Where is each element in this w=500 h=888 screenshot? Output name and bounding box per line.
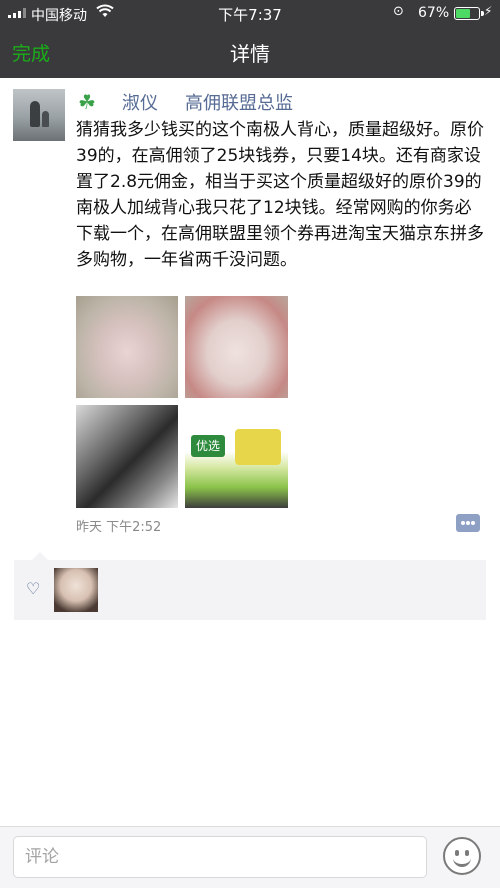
post-content: 猜猜我多少钱买的这个南极人背心，质量超级好。原价39的，在高佣领了25块钱券，只…	[76, 120, 484, 270]
user-avatar[interactable]	[13, 89, 65, 141]
battery-fill	[456, 9, 470, 18]
clover-icon: ☘	[78, 90, 96, 114]
photo-vest-fabric[interactable]	[185, 296, 288, 398]
battery-icon	[454, 7, 484, 20]
user-name[interactable]: 淑仪	[122, 89, 158, 115]
charging-icon: ⚡	[484, 4, 493, 18]
liker-avatar[interactable]	[54, 568, 98, 612]
top-bar: 中国移动 下午7:37 ⊙ 67% ⚡ 完成 详情	[0, 0, 500, 78]
post-timestamp: 昨天 下午2:52	[76, 520, 162, 535]
emoji-icon[interactable]	[443, 837, 481, 875]
page-title: 详情	[230, 42, 270, 66]
heart-icon: ♡	[26, 579, 41, 598]
comment-bar	[0, 826, 500, 888]
user-title[interactable]: 高佣联盟总监	[185, 89, 293, 115]
photo-tissue-package[interactable]: 优选	[185, 405, 288, 508]
more-actions-button[interactable]	[456, 514, 480, 532]
likes-panel: ♡	[14, 552, 486, 620]
nav-bar: 完成 详情	[0, 26, 500, 78]
photo-dark-fabric[interactable]	[76, 405, 178, 508]
tissue-brand-label: 优选	[191, 435, 225, 457]
photo-pink-vest[interactable]	[76, 296, 178, 398]
status-bar: 中国移动 下午7:37 ⊙ 67% ⚡	[0, 0, 500, 26]
comment-input[interactable]	[13, 836, 427, 878]
battery-percent: 67%	[418, 5, 450, 21]
orientation-lock-icon: ⊙	[393, 4, 404, 19]
